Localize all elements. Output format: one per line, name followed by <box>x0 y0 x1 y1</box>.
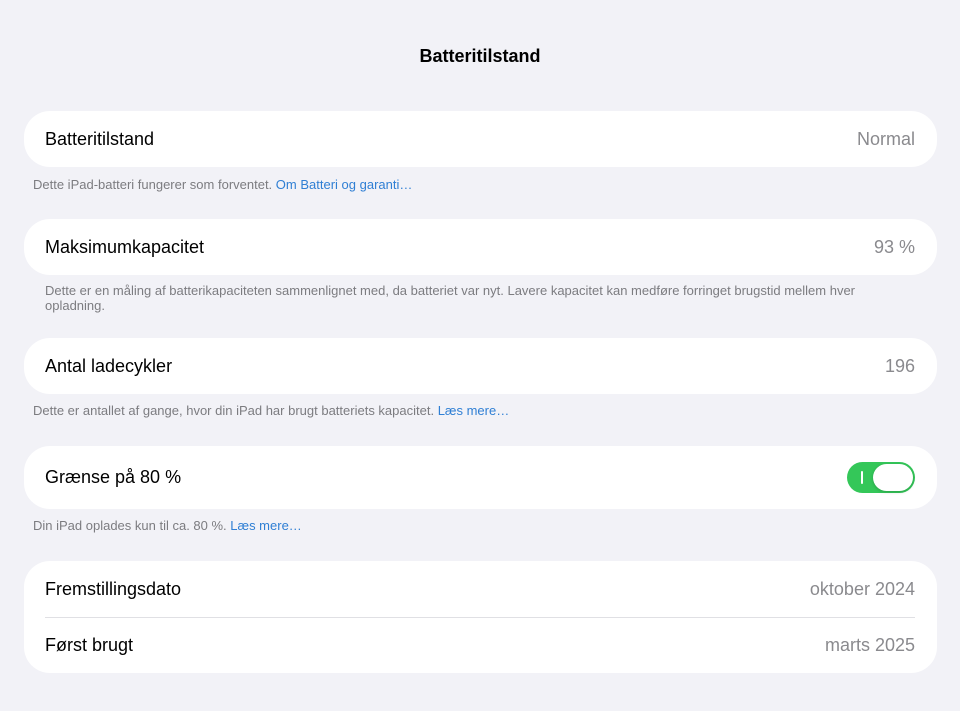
battery-health-card: Batteritilstand Normal <box>24 111 937 167</box>
cycle-count-learn-more-link[interactable]: Læs mere… <box>438 403 510 418</box>
toggle-knob <box>873 464 913 491</box>
max-capacity-value: 93 % <box>873 236 915 257</box>
battery-health-row: Batteritilstand Normal <box>24 111 937 167</box>
cycle-count-value: 196 <box>884 355 915 376</box>
cycle-count-label: Antal ladecykler <box>45 355 173 376</box>
cycle-count-row: Antal ladecykler 196 <box>24 338 937 394</box>
first-use-label: Først brugt <box>45 635 134 655</box>
limit-80-learn-more-link[interactable]: Læs mere… <box>230 518 302 533</box>
cycle-count-footer: Dette er antallet af gange, hvor din iPa… <box>33 403 913 418</box>
max-capacity-footer-text: Dette er en måling af batterikapaciteten… <box>45 283 856 313</box>
limit-80-footer-text: Din iPad oplades kun til ca. 80 %. <box>33 518 231 533</box>
cycle-count-card: Antal ladecykler 196 <box>24 338 937 394</box>
battery-health-label: Batteritilstand <box>45 128 155 149</box>
battery-warranty-link[interactable]: Om Batteri og garanti… <box>276 177 413 192</box>
limit-80-toggle[interactable] <box>847 462 915 493</box>
battery-health-value: Normal <box>856 128 915 149</box>
battery-health-footer: Dette iPad-batteri fungerer som forvente… <box>33 177 913 192</box>
max-capacity-card: Maksimumkapacitet 93 % <box>24 219 937 275</box>
max-capacity-label: Maksimumkapacitet <box>45 236 205 257</box>
limit-80-row: Grænse på 80 % <box>24 446 937 509</box>
manufacture-date-label: Fremstillingsdato <box>45 578 182 599</box>
page-title: Batteritilstand <box>419 46 541 66</box>
limit-80-card: Grænse på 80 % <box>24 446 937 509</box>
max-capacity-row: Maksimumkapacitet 93 % <box>24 219 937 275</box>
manufacture-date-row: Fremstillingsdato oktober 2024 <box>24 561 937 617</box>
first-use-row: Først brugt marts 2025 <box>24 618 937 673</box>
max-capacity-footer: Dette er en måling af batterikapaciteten… <box>45 283 895 313</box>
limit-80-label: Grænse på 80 % <box>45 467 182 487</box>
dates-card: Fremstillingsdato oktober 2024 Først bru… <box>24 561 937 673</box>
toggle-on-mark-icon <box>861 471 863 484</box>
limit-80-footer: Din iPad oplades kun til ca. 80 %. Læs m… <box>33 518 913 533</box>
battery-health-footer-text: Dette iPad-batteri fungerer som forvente… <box>33 177 276 192</box>
first-use-value: marts 2025 <box>824 635 915 655</box>
manufacture-date-value: oktober 2024 <box>809 578 915 599</box>
cycle-count-footer-text: Dette er antallet af gange, hvor din iPa… <box>33 403 438 418</box>
